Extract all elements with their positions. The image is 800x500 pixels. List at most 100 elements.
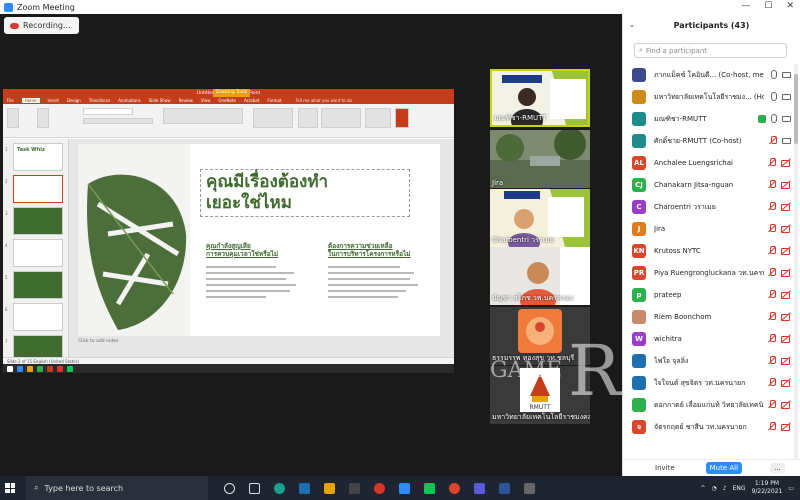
slide-thumbnail[interactable] (13, 207, 63, 235)
participant-row[interactable]: ศักดิ์ชาย-RMUTT (Co-host) (623, 130, 800, 152)
slide-title[interactable]: คุณมีเรื่องต้องทำ เยอะใช่ไหม (206, 172, 406, 214)
participant-row[interactable]: PR Piya Ruengrongluckana วท.นครนายก (623, 262, 800, 284)
video-off-icon[interactable] (781, 357, 791, 365)
ppt-tab[interactable]: View (201, 98, 211, 103)
maximize-icon[interactable]: ☐ (764, 1, 772, 11)
ppt-tab[interactable]: OneNote (218, 98, 236, 103)
app-icon[interactable] (524, 482, 535, 494)
taskbar-search-box[interactable]: ⌕ Type here to search (26, 476, 208, 500)
more-options-button[interactable]: ... (770, 463, 785, 473)
video-icon[interactable] (782, 115, 791, 122)
slide-thumbnail[interactable] (13, 239, 63, 267)
video-off-icon[interactable] (781, 401, 791, 409)
ppt-tab[interactable]: Design (67, 98, 81, 103)
network-icon[interactable]: ◔ (712, 485, 717, 492)
participants-scrollbar[interactable] (794, 64, 798, 459)
mic-muted-icon[interactable] (768, 180, 776, 189)
tell-me-box[interactable]: Tell me what you want to do (296, 98, 352, 103)
mic-muted-icon[interactable] (768, 202, 776, 211)
video-icon[interactable] (782, 71, 791, 78)
participant-row[interactable]: ดอกกาตย์ เลื่อมแก่นท้ วิทยาลัยเทคนิค... (623, 394, 800, 416)
participant-row[interactable]: KN Krutoss NYTC (623, 240, 800, 262)
ppt-tab[interactable]: Transitions (89, 98, 110, 103)
participant-search-input[interactable]: ⌕ Find a participant (634, 43, 787, 58)
recording-indicator[interactable]: Recording... (4, 17, 79, 34)
mic-muted-icon[interactable] (768, 268, 776, 277)
arrange-button[interactable] (298, 108, 318, 128)
video-off-icon[interactable] (781, 423, 791, 431)
video-off-icon[interactable] (781, 313, 791, 321)
paragraph-group[interactable] (163, 108, 243, 124)
mic-muted-icon[interactable] (768, 224, 776, 233)
video-tile[interactable]: Charoentri วราเมย (490, 189, 590, 247)
ppt-tab-home[interactable]: Home (21, 98, 40, 103)
video-tile[interactable]: บัญชา สุโภช วพ.นครคลอง (490, 247, 590, 305)
zoom-icon[interactable] (399, 482, 410, 494)
chrome-icon[interactable] (374, 482, 385, 494)
video-tile[interactable]: มณฑิชา-RMUTT (490, 69, 590, 127)
new-slide-button[interactable] (37, 108, 49, 128)
participant-row[interactable]: มหาวิทยาลัยเทคโนโลยีราชมง... (Host) (623, 86, 800, 108)
video-tile[interactable]: Jira (490, 130, 590, 188)
participant-row[interactable]: J Jira (623, 218, 800, 240)
participant-row[interactable]: C Charoentri วราเมย (623, 196, 800, 218)
participant-row[interactable]: Riem Boonchom (623, 306, 800, 328)
word-icon[interactable] (499, 482, 510, 494)
ppt-tab[interactable]: Animations (118, 98, 140, 103)
participant-row[interactable]: Wwichitra (623, 328, 800, 350)
collapse-chevron-icon[interactable]: ⌄ (629, 21, 635, 29)
video-off-icon[interactable] (781, 181, 791, 189)
mic-muted-icon[interactable] (768, 246, 776, 255)
ppt-tab[interactable]: File (7, 98, 14, 103)
invite-button[interactable]: Invite (652, 462, 678, 474)
edge-icon[interactable] (274, 482, 285, 494)
slide-thumbnail[interactable]: Task Whiz (13, 143, 63, 171)
shape-fill-group[interactable] (321, 108, 361, 128)
mute-all-button[interactable]: Mute All (705, 462, 743, 474)
ppt-tab[interactable]: Insert (48, 98, 59, 103)
participant-row[interactable]: AL Anchalee Luengsrichai (623, 152, 800, 174)
mic-icon[interactable] (771, 114, 777, 123)
mic-muted-icon[interactable] (768, 356, 776, 365)
taskbar-clock[interactable]: 1:19 PM 9/22/2021 (752, 480, 783, 496)
participant-row[interactable]: CJ Chanakarn Jitsa-nguan (623, 174, 800, 196)
tray-overflow-icon[interactable]: ^ (701, 485, 706, 492)
font-format-group[interactable] (83, 118, 153, 124)
video-tile[interactable]: ธรรมรรพ ทองสุข วท.ชลบุรี (490, 307, 590, 365)
video-off-icon[interactable] (781, 291, 791, 299)
video-icon[interactable] (782, 93, 791, 100)
ppt-tab[interactable]: Review (179, 98, 193, 103)
mic-muted-icon[interactable] (768, 334, 776, 343)
participant-row[interactable]: มณฑิชา-RMUTT (623, 108, 800, 130)
mic-icon[interactable] (771, 70, 777, 79)
start-button[interactable] (0, 476, 20, 500)
acrobat-create-pdf-icon[interactable] (395, 108, 409, 128)
video-off-icon[interactable] (781, 379, 791, 387)
notes-placeholder[interactable]: Click to add notes (78, 339, 119, 344)
slide-canvas[interactable]: คุณมีเรื่องต้องทำ เยอะใช่ไหม คุณกำลังสูญ… (78, 144, 440, 336)
app-icon[interactable] (449, 482, 460, 494)
participant-row[interactable]: ไฟใจ จุลลิ่ง (623, 350, 800, 372)
ppt-tab[interactable]: Acrobat (244, 98, 259, 103)
mic-muted-icon[interactable] (768, 290, 776, 299)
notification-icon[interactable]: ▭ (788, 485, 794, 492)
mic-muted-icon[interactable] (769, 136, 777, 145)
mic-muted-icon[interactable] (768, 422, 776, 431)
ie-icon[interactable] (299, 482, 310, 494)
video-off-icon[interactable] (781, 203, 791, 211)
close-icon[interactable]: ✕ (786, 1, 794, 11)
find-replace-group[interactable] (365, 108, 391, 128)
video-icon[interactable] (782, 137, 791, 144)
video-tile[interactable]: RMUTT มหาวิทยาลัยเทคโนโลยีราชมงคลธัญบุรี (490, 366, 590, 424)
slide-thumbnail[interactable] (13, 271, 63, 299)
slide-thumbnail-selected[interactable] (13, 175, 63, 203)
mic-icon[interactable] (771, 92, 777, 101)
participant-row[interactable]: ใจใจนต์ สุขจิตร วท.นครนายก (623, 372, 800, 394)
mic-muted-icon[interactable] (768, 400, 776, 409)
paste-button[interactable] (7, 108, 19, 128)
video-off-icon[interactable] (781, 159, 791, 167)
video-off-icon[interactable] (781, 335, 791, 343)
store-icon[interactable] (349, 482, 360, 494)
shapes-gallery[interactable] (253, 108, 293, 128)
slide-thumbnail[interactable] (13, 303, 63, 331)
